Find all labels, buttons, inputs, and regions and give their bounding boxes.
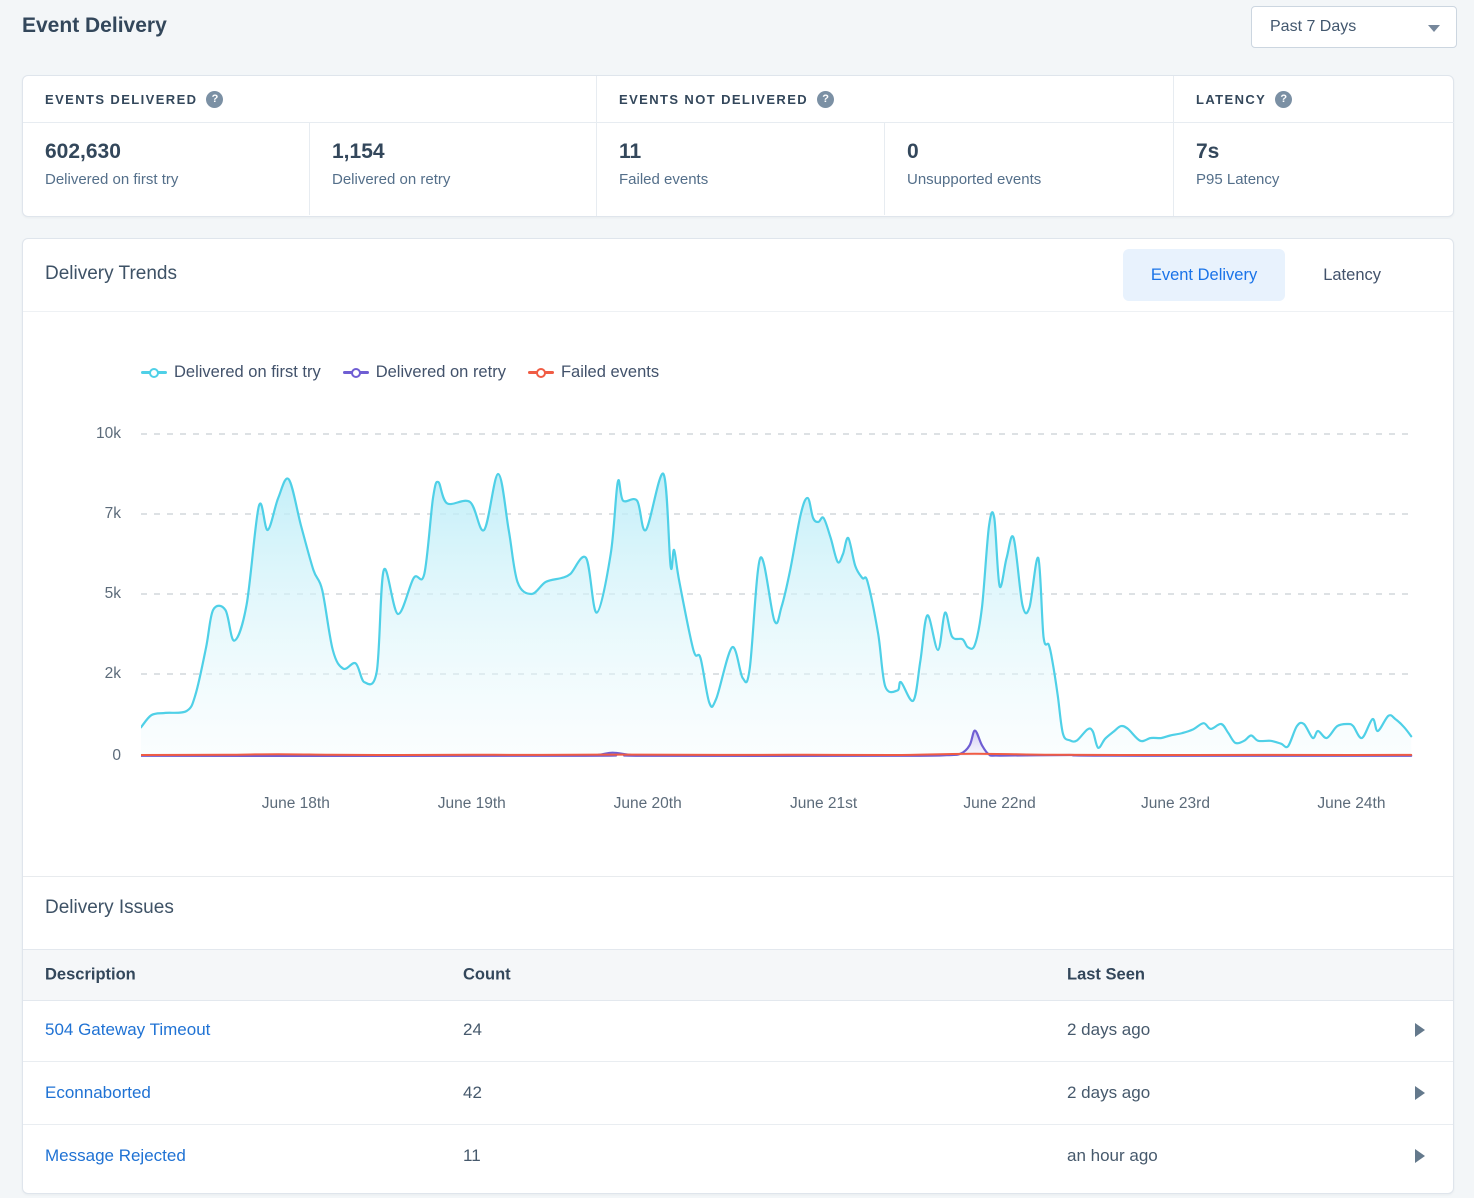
column-header-last-seen: Last Seen [1067, 966, 1145, 985]
stat-cells: 7s P95 Latency [1174, 123, 1454, 215]
stat-cell: 0 Unsupported events [884, 123, 1174, 215]
legend-label: Delivered on first try [174, 363, 321, 382]
x-tick-label: June 22nd [945, 795, 1055, 813]
help-icon[interactable]: ? [817, 91, 834, 108]
x-tick-label: June 19th [417, 795, 527, 813]
table-row[interactable]: 504 Gateway Timeout 24 2 days ago [23, 999, 1453, 1061]
y-tick-label: 2k [71, 664, 121, 684]
issue-count: 11 [463, 1146, 481, 1166]
issue-description-link[interactable]: Message Rejected [45, 1146, 186, 1166]
delivery-trends-chart[interactable] [141, 419, 1413, 771]
stat-description: P95 Latency [1196, 171, 1454, 188]
stat-cell: 11 Failed events [597, 123, 884, 215]
stat-value: 11 [619, 140, 884, 164]
help-icon[interactable]: ? [1275, 91, 1292, 108]
chevron-right-icon[interactable] [1415, 1023, 1425, 1037]
stat-group-label: EVENTS NOT DELIVERED [619, 92, 808, 107]
y-tick-label: 0 [71, 746, 121, 766]
chevron-right-icon[interactable] [1415, 1149, 1425, 1163]
help-icon[interactable]: ? [206, 91, 223, 108]
legend-marker-icon [141, 368, 167, 378]
table-row[interactable]: Message Rejected 11 an hour ago [23, 1124, 1453, 1187]
stat-description: Failed events [619, 171, 884, 188]
stat-value: 7s [1196, 140, 1454, 164]
stat-cell: 1,154 Delivered on retry [309, 123, 596, 215]
legend-item-delivered-on-retry[interactable]: Delivered on retry [343, 363, 506, 382]
issues-table-body: 504 Gateway Timeout242 days agoEconnabor… [23, 999, 1453, 1187]
stat-value: 0 [907, 140, 1174, 164]
stat-group-events-not-delivered: EVENTS NOT DELIVERED? 11 Failed events 0 Uns… [596, 76, 1174, 216]
issue-description-link[interactable]: Econnaborted [45, 1083, 151, 1103]
legend-item-delivered-on-first-try[interactable]: Delivered on first try [141, 363, 321, 382]
stat-group-header: EVENTS NOT DELIVERED? [597, 76, 1174, 123]
y-tick-label: 10k [71, 424, 121, 444]
stat-value: 602,630 [45, 140, 309, 164]
tab-event-delivery[interactable]: Event Delivery [1123, 249, 1285, 301]
x-tick-label: June 21st [769, 795, 879, 813]
stat-group-label: LATENCY [1196, 92, 1266, 107]
chevron-right-icon[interactable] [1415, 1086, 1425, 1100]
stat-value: 1,154 [332, 140, 596, 164]
chart-legend: Delivered on first try Delivered on retry… [141, 363, 659, 382]
time-range-dropdown[interactable]: Past 7 Days [1251, 6, 1457, 48]
delivery-trends-card: Delivery Trends Event DeliveryLatency De… [22, 238, 1454, 1194]
stat-group-header: LATENCY? [1174, 76, 1454, 123]
trends-header: Delivery Trends Event DeliveryLatency [23, 239, 1453, 312]
stat-description: Delivered on retry [332, 171, 596, 188]
x-tick-label: June 23rd [1120, 795, 1230, 813]
issue-last-seen: an hour ago [1067, 1146, 1158, 1166]
issue-description-link[interactable]: 504 Gateway Timeout [45, 1020, 210, 1040]
stat-description: Delivered on first try [45, 171, 309, 188]
issue-count: 24 [463, 1020, 482, 1040]
delivery-issues-title: Delivery Issues [45, 897, 174, 919]
trends-title: Delivery Trends [45, 263, 177, 285]
tab-latency[interactable]: Latency [1295, 249, 1409, 301]
legend-item-failed-events[interactable]: Failed events [528, 363, 659, 382]
stat-group-label: EVENTS DELIVERED [45, 92, 197, 107]
issue-count: 42 [463, 1083, 482, 1103]
column-header-count: Count [463, 966, 511, 985]
y-tick-label: 5k [71, 584, 121, 604]
table-row[interactable]: Econnaborted 42 2 days ago [23, 1061, 1453, 1124]
stat-cell: 7s P95 Latency [1174, 123, 1454, 215]
legend-marker-icon [343, 368, 369, 378]
stat-cells: 11 Failed events 0 Unsupported events [597, 123, 1174, 215]
stat-description: Unsupported events [907, 171, 1174, 188]
legend-label: Failed events [561, 363, 659, 382]
stat-group-header: EVENTS DELIVERED? [23, 76, 596, 123]
summary-stats-card: EVENTS DELIVERED? 602,630 Delivered on fir… [22, 75, 1454, 217]
column-header-description: Description [45, 966, 136, 985]
stat-cell: 602,630 Delivered on first try [23, 123, 309, 215]
issue-last-seen: 2 days ago [1067, 1020, 1150, 1040]
x-tick-label: June 18th [241, 795, 351, 813]
stat-group-events-delivered: EVENTS DELIVERED? 602,630 Delivered on fir… [23, 76, 596, 216]
stat-cells: 602,630 Delivered on first try 1,154 Delive… [23, 123, 596, 215]
x-tick-label: June 20th [593, 795, 703, 813]
legend-label: Delivered on retry [376, 363, 506, 382]
x-tick-label: June 24th [1296, 795, 1406, 813]
chevron-down-icon [1428, 25, 1440, 32]
issue-last-seen: 2 days ago [1067, 1083, 1150, 1103]
y-tick-label: 7k [71, 504, 121, 524]
time-range-value: Past 7 Days [1270, 18, 1356, 36]
trends-tab-bar: Event DeliveryLatency [1123, 249, 1409, 301]
section-divider [23, 876, 1453, 877]
issues-table-header: Description Count Last Seen [23, 949, 1453, 1001]
legend-marker-icon [528, 368, 554, 378]
page-title: Event Delivery [22, 14, 167, 38]
stat-group-latency: LATENCY? 7s P95 Latency [1173, 76, 1454, 216]
